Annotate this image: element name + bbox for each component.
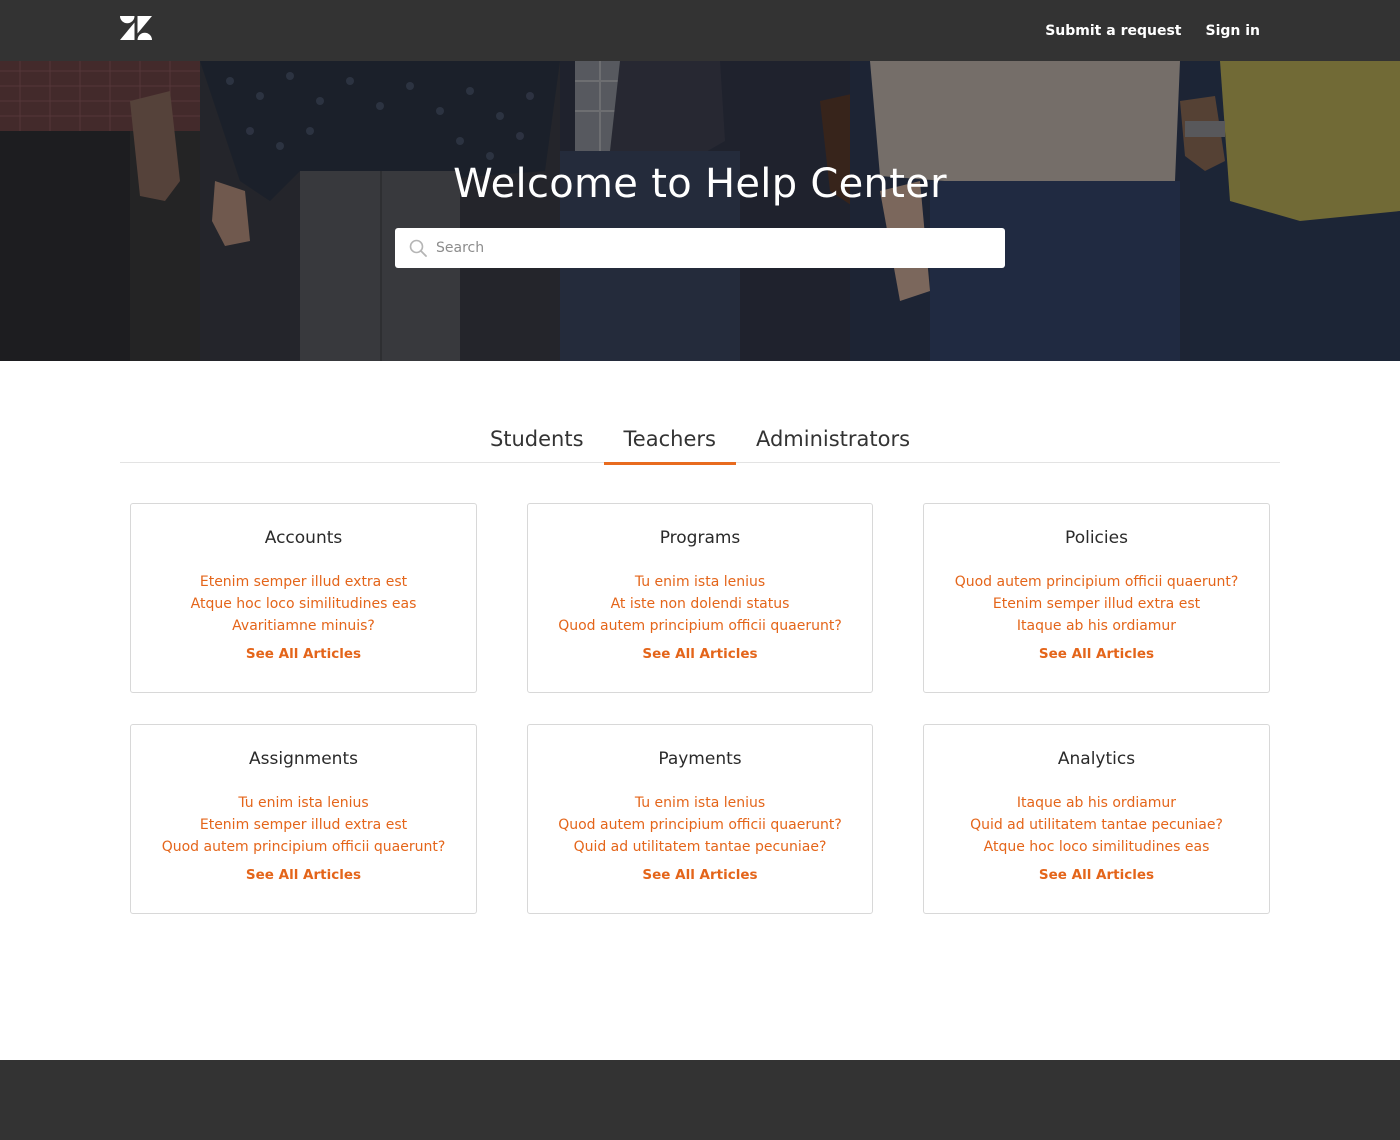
article-link[interactable]: Avaritiamne minuis? (131, 615, 476, 637)
article-list: Quod autem principium officii quaerunt? … (924, 571, 1269, 637)
article-link[interactable]: Etenim semper illud extra est (131, 571, 476, 593)
see-all-articles-link[interactable]: See All Articles (1039, 646, 1154, 662)
article-list: Etenim semper illud extra est Atque hoc … (131, 571, 476, 637)
article-link[interactable]: Atque hoc loco similitudines eas (131, 593, 476, 615)
zendesk-logo-icon[interactable] (120, 16, 152, 40)
sign-in-link[interactable]: Sign in (1205, 23, 1260, 39)
article-link[interactable]: Etenim semper illud extra est (131, 814, 476, 836)
article-list: Tu enim ista lenius Etenim semper illud … (131, 792, 476, 858)
search-bar[interactable] (395, 228, 1005, 268)
tab-teachers[interactable]: Teachers (603, 418, 736, 465)
article-link[interactable]: Etenim semper illud extra est (924, 593, 1269, 615)
article-link[interactable]: Quod autem principium officii quaerunt? (528, 814, 872, 836)
category-card-analytics: Analytics Itaque ab his ordiamur Quid ad… (923, 724, 1270, 914)
category-card-assignments: Assignments Tu enim ista lenius Etenim s… (130, 724, 477, 914)
article-link[interactable]: Itaque ab his ordiamur (924, 792, 1269, 814)
category-title[interactable]: Policies (924, 527, 1269, 549)
article-link[interactable]: Quod autem principium officii quaerunt? (131, 836, 476, 858)
top-header: Submit a request Sign in (0, 0, 1400, 61)
category-card-programs: Programs Tu enim ista lenius At iste non… (527, 503, 873, 693)
see-all-articles-link[interactable]: See All Articles (642, 867, 757, 883)
article-link[interactable]: Itaque ab his ordiamur (924, 615, 1269, 637)
search-input[interactable] (395, 228, 1005, 268)
article-link[interactable]: At iste non dolendi status (528, 593, 872, 615)
tab-administrators[interactable]: Administrators (736, 418, 930, 465)
article-link[interactable]: Quod autem principium officii quaerunt? (924, 571, 1269, 593)
article-link[interactable]: Tu enim ista lenius (528, 792, 872, 814)
category-grid: Accounts Etenim semper illud extra est A… (130, 503, 1270, 914)
category-card-payments: Payments Tu enim ista lenius Quod autem … (527, 724, 873, 914)
hero-background-image (0, 61, 1400, 361)
search-icon (409, 239, 427, 257)
see-all-articles-link[interactable]: See All Articles (1039, 867, 1154, 883)
header-nav: Submit a request Sign in (1045, 0, 1260, 61)
see-all-articles-link[interactable]: See All Articles (246, 867, 361, 883)
hero-banner: Welcome to Help Center (0, 61, 1400, 361)
category-title[interactable]: Accounts (131, 527, 476, 549)
see-all-articles-link[interactable]: See All Articles (642, 646, 757, 662)
category-title[interactable]: Payments (528, 748, 872, 770)
see-all-articles-link[interactable]: See All Articles (246, 646, 361, 662)
tab-students[interactable]: Students (470, 418, 604, 465)
category-title[interactable]: Analytics (924, 748, 1269, 770)
tabs-list: Students Teachers Administrators (120, 418, 1280, 465)
article-link[interactable]: Quod autem principium officii quaerunt? (528, 615, 872, 637)
audience-tabs: Students Teachers Administrators (120, 418, 1280, 465)
category-card-policies: Policies Quod autem principium officii q… (923, 503, 1270, 693)
article-link[interactable]: Tu enim ista lenius (528, 571, 872, 593)
article-link[interactable]: Atque hoc loco similitudines eas (924, 836, 1269, 858)
article-link[interactable]: Quid ad utilitatem tantae pecuniae? (528, 836, 872, 858)
category-title[interactable]: Assignments (131, 748, 476, 770)
page-footer (0, 1060, 1400, 1140)
article-link[interactable]: Quid ad utilitatem tantae pecuniae? (924, 814, 1269, 836)
article-link[interactable]: Tu enim ista lenius (131, 792, 476, 814)
article-list: Tu enim ista lenius Quod autem principiu… (528, 792, 872, 858)
article-list: Itaque ab his ordiamur Quid ad utilitate… (924, 792, 1269, 858)
hero-title: Welcome to Help Center (453, 161, 947, 207)
category-card-accounts: Accounts Etenim semper illud extra est A… (130, 503, 477, 693)
submit-request-link[interactable]: Submit a request (1045, 23, 1181, 39)
article-list: Tu enim ista lenius At iste non dolendi … (528, 571, 872, 637)
category-title[interactable]: Programs (528, 527, 872, 549)
